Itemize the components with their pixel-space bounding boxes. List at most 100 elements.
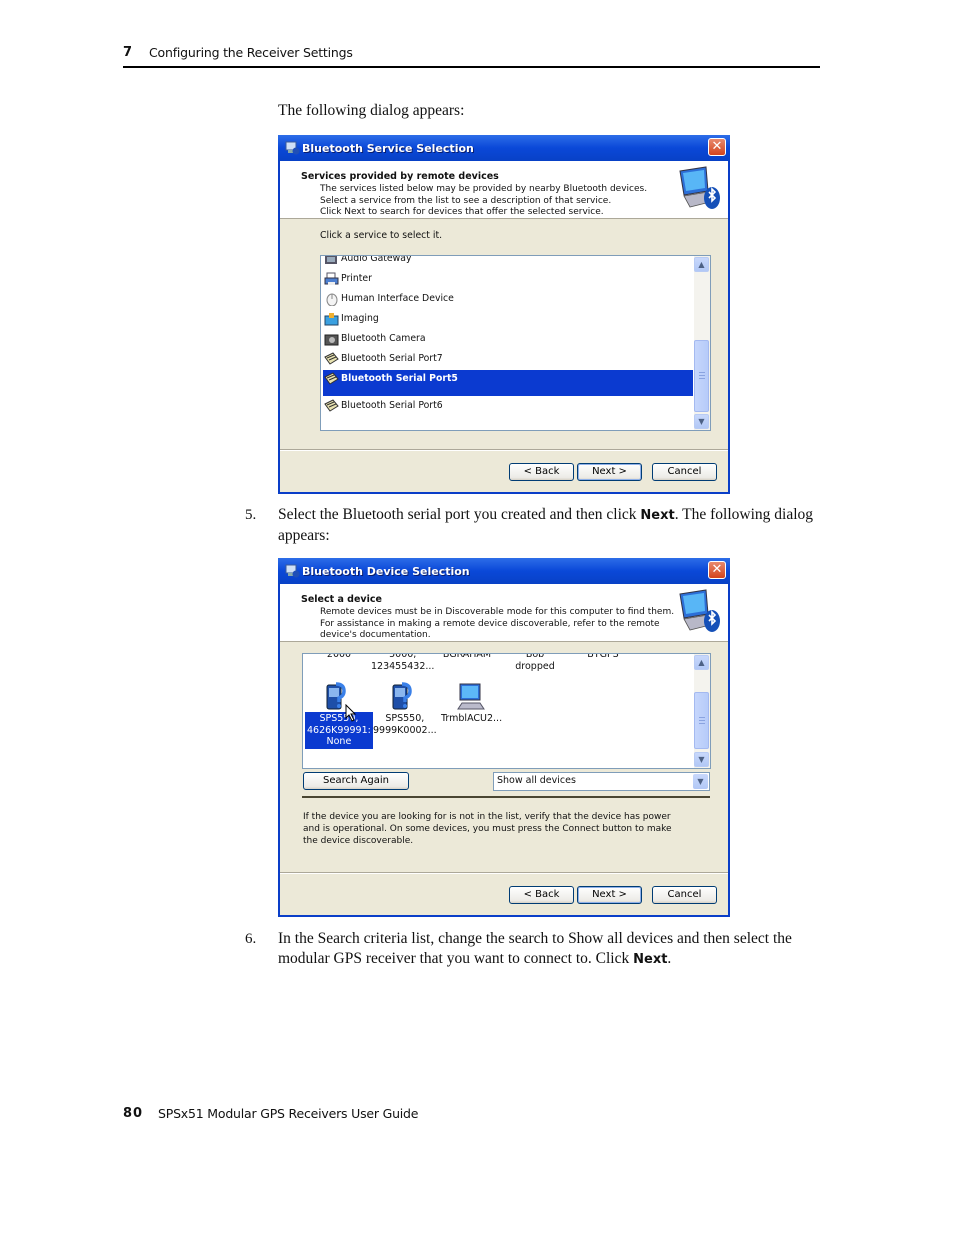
device-label: SPS550, 9999K0002... <box>373 713 437 736</box>
service-list-item[interactable]: Printer <box>323 270 693 288</box>
bluetooth-service-selection-dialog: Bluetooth Service Selection ✕ Services p… <box>278 135 730 494</box>
dialog-title: Bluetooth Service Selection <box>302 142 474 155</box>
camera-icon <box>324 334 339 346</box>
step-text: . <box>667 950 672 967</box>
device-filter-select[interactable]: Show all devices ▼ <box>493 772 710 791</box>
step-5-text: Select the Bluetooth serial port you cre… <box>278 505 823 546</box>
service-label: Audio Gateway <box>341 255 412 264</box>
service-list-item[interactable]: Bluetooth Camera <box>323 330 693 348</box>
banner-line: Select a service from the list to see a … <box>320 196 612 206</box>
step-text: In the Search criteria list, change the … <box>278 930 792 967</box>
chevron-up-icon: ▲ <box>698 658 705 667</box>
banner-line: Remote devices must be in Discoverable m… <box>320 607 675 617</box>
device-list-item[interactable]: Bob dropped <box>503 653 567 673</box>
service-label: Bluetooth Camera <box>341 333 426 344</box>
service-label: Human Interface Device <box>341 293 454 304</box>
device-label: TrmblACU2... <box>441 713 503 724</box>
dialog-titlebar: Bluetooth Service Selection ✕ <box>278 135 730 161</box>
device-list[interactable]: 2000 5000, 123455432... BGRAHAM Bob dropped… <box>302 653 711 769</box>
device-list-item[interactable]: BGRAHAM <box>435 653 499 662</box>
bluetooth-computer-icon <box>679 166 720 209</box>
chevron-down-icon[interactable]: ▼ <box>693 774 708 789</box>
device-label: 2000 <box>326 653 352 660</box>
computer-icon <box>457 683 485 710</box>
list-scrollbar[interactable]: ▲ ▼ <box>694 654 710 768</box>
next-button[interactable]: Next > <box>577 463 642 481</box>
service-label: Bluetooth Serial Port7 <box>341 353 443 364</box>
dialog-banner: Select a device Remote devices must be i… <box>280 584 728 642</box>
bluetooth-window-icon <box>285 141 300 155</box>
device-list-item[interactable]: 5000, 123455432... <box>369 654 434 673</box>
device-list-item[interactable]: TrmblACU2... <box>439 682 503 726</box>
scroll-up-button[interactable]: ▲ <box>694 257 709 272</box>
close-button[interactable]: ✕ <box>708 138 726 156</box>
bluetooth-window-icon <box>285 564 300 578</box>
device-list-item[interactable]: 2000 <box>307 653 371 662</box>
serial-port-icon <box>324 352 339 365</box>
banner-heading: Services provided by remote devices <box>301 171 499 182</box>
step-number: 5. <box>245 507 257 523</box>
next-button[interactable]: Next > <box>577 886 642 904</box>
banner-line: Click Next to search for devices that of… <box>320 207 604 217</box>
dialog-title: Bluetooth Device Selection <box>302 565 470 578</box>
service-list[interactable]: Audio Gateway Printer Human Interface Devi… <box>320 255 711 431</box>
step-6-text: In the Search criteria list, change the … <box>278 929 823 970</box>
cancel-button[interactable]: Cancel <box>652 886 717 904</box>
filter-value: Show all devices <box>497 775 576 786</box>
device-list-item[interactable]: SPS550, 4626K99991: None <box>305 682 373 749</box>
list-scrollbar[interactable]: ▲ ▼ <box>694 256 710 430</box>
chevron-down-icon: ▼ <box>698 755 705 764</box>
ui-reference-next: Next <box>633 952 668 967</box>
service-label: Imaging <box>341 313 379 324</box>
device-label: BGRAHAM <box>442 653 492 660</box>
device-label: SPS550, 4626K99991: None <box>305 712 373 749</box>
printer-icon <box>324 272 339 285</box>
close-icon: ✕ <box>711 562 723 577</box>
scroll-thumb[interactable] <box>694 340 709 412</box>
chapter-title: Configuring the Receiver Settings <box>149 45 353 60</box>
cancel-button[interactable]: Cancel <box>652 463 717 481</box>
device-list-item[interactable]: BTGPS <box>571 653 635 662</box>
back-button[interactable]: < Back <box>509 463 574 481</box>
back-button[interactable]: < Back <box>509 886 574 904</box>
close-button[interactable]: ✕ <box>708 561 726 579</box>
chapter-number: 7 <box>123 45 133 60</box>
imaging-icon <box>324 313 339 326</box>
service-list-item[interactable]: Bluetooth Serial Port7 <box>323 350 693 368</box>
ui-reference-next: Next <box>640 508 675 523</box>
instruction-text: Click a service to select it. <box>320 230 443 241</box>
service-list-item[interactable]: Audio Gateway <box>323 255 693 268</box>
service-list-item[interactable]: Bluetooth Serial Port5 <box>323 370 693 396</box>
scroll-up-button[interactable]: ▲ <box>694 655 709 670</box>
banner-line: The services listed below may be provide… <box>320 184 648 194</box>
device-label: Bob dropped <box>515 653 555 672</box>
search-again-button[interactable]: Search Again <box>303 772 409 790</box>
audio-gateway-icon <box>325 256 337 264</box>
bluetooth-device-selection-dialog: Bluetooth Device Selection ✕ Select a de… <box>278 558 730 917</box>
service-list-item[interactable]: Human Interface Device <box>323 290 693 308</box>
guide-title: SPSx51 Modular GPS Receivers User Guide <box>158 1106 419 1121</box>
chevron-up-icon: ▲ <box>698 260 705 269</box>
device-label: BTGPS <box>587 653 619 660</box>
service-list-item[interactable]: Imaging <box>323 310 693 328</box>
scroll-down-button[interactable]: ▼ <box>694 414 709 429</box>
scroll-down-button[interactable]: ▼ <box>694 752 709 767</box>
mouse-icon <box>326 293 338 306</box>
banner-heading: Select a device <box>301 594 382 605</box>
bluetooth-computer-icon <box>679 589 720 632</box>
step-number: 6. <box>245 931 257 947</box>
hint-text: If the device you are looking for is not… <box>303 812 672 846</box>
scroll-thumb[interactable] <box>694 692 709 749</box>
banner-line: For assistance in making a remote device… <box>320 619 660 629</box>
button-separator <box>280 449 728 451</box>
chevron-down-icon: ▼ <box>698 417 705 426</box>
header-rule <box>123 66 820 68</box>
device-list-item[interactable]: SPS550, 9999K0002... <box>371 682 437 737</box>
dialog-banner: Services provided by remote devices The … <box>280 161 728 219</box>
service-label: Printer <box>341 273 372 284</box>
service-list-item[interactable]: Bluetooth Serial Port6 <box>323 397 693 415</box>
dialog-titlebar: Bluetooth Device Selection ✕ <box>278 558 730 584</box>
close-icon: ✕ <box>711 139 723 154</box>
unknown-device-icon <box>392 682 412 710</box>
mouse-cursor-icon <box>345 703 357 722</box>
